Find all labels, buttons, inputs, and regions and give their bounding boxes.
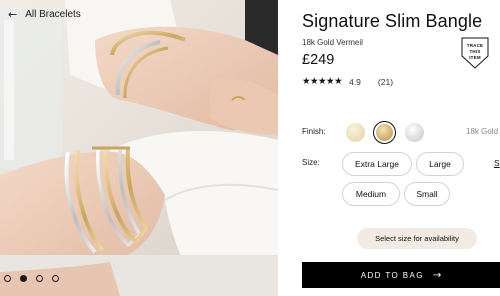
arrow-left-icon: ← [8, 8, 18, 21]
finish-selected-value: 18k Gold [466, 127, 499, 136]
finish-swatch-gold[interactable] [373, 121, 396, 144]
product-rating[interactable]: ★★★★★ 4.9 (21) [302, 76, 393, 87]
back-link-label: All Bracelets [25, 9, 81, 20]
rating-stars-icon: ★★★★★ [302, 76, 343, 87]
product-price: £249 [302, 52, 335, 68]
badge-line-3: ITEM [469, 55, 481, 60]
finish-label: Finish: [302, 127, 326, 136]
badge-line-1: TRACE [466, 43, 484, 48]
size-option-small[interactable]: Small [404, 182, 450, 206]
review-count[interactable]: (21) [378, 77, 393, 87]
size-guide-link[interactable]: S [494, 158, 500, 168]
gallery-dot-2[interactable] [20, 275, 27, 282]
product-photo[interactable]: ← All Bracelets [0, 0, 278, 296]
bracelet-photo-illustration [0, 0, 278, 296]
gallery-pagination [4, 275, 59, 282]
size-option-medium[interactable]: Medium [342, 182, 400, 206]
trace-this-item-badge[interactable]: TRACE THIS ITEM [458, 36, 492, 70]
size-option-large[interactable]: Large [416, 152, 464, 176]
badge-line-2: THIS [469, 49, 481, 54]
arrow-right-icon: → [432, 269, 442, 281]
finish-swatch-light-gold[interactable] [344, 121, 367, 144]
gallery-dot-1[interactable] [4, 275, 11, 282]
add-to-bag-label: ADD TO BAG [360, 270, 424, 280]
size-option-extra-large[interactable]: Extra Large [342, 152, 412, 176]
finish-swatch-silver[interactable] [403, 121, 426, 144]
product-title: Signature Slim Bangle [302, 11, 483, 31]
availability-notice: Select size for availability [357, 228, 477, 249]
gallery-dot-3[interactable] [36, 275, 43, 282]
back-link[interactable]: ← All Bracelets [8, 9, 81, 20]
size-label: Size: [302, 158, 320, 167]
product-subtitle: 18k Gold Vermeil [302, 38, 363, 47]
add-to-bag-button[interactable]: ADD TO BAG → [302, 262, 500, 288]
gallery-dot-4[interactable] [52, 275, 59, 282]
rating-value: 4.9 [349, 76, 361, 87]
